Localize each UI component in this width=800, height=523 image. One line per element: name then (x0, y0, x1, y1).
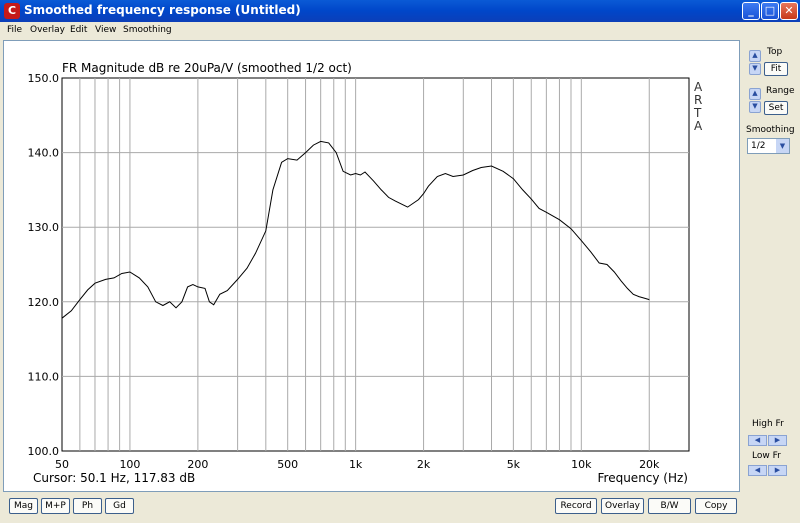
watermark-letter: R (694, 93, 702, 107)
range-down-spin-icon[interactable]: ▼ (749, 101, 761, 113)
x-tick-label: 100 (119, 458, 140, 471)
copy-button[interactable]: Copy (695, 498, 737, 514)
top-up-spin-icon[interactable]: ▲ (749, 50, 761, 62)
y-tick-label: 140.0 (28, 147, 60, 160)
watermark-letter: A (694, 119, 703, 133)
x-tick-label: 200 (187, 458, 208, 471)
chevron-down-icon[interactable]: ▼ (776, 139, 789, 153)
y-tick-label: 100.0 (28, 445, 60, 458)
plot-area[interactable]: 100.0 110.0 120.0 130.0 140.0 150.0 50 100 200 5… (3, 40, 740, 492)
menu-edit[interactable]: Edit (70, 25, 87, 35)
range-label: Range (766, 86, 795, 96)
fit-button[interactable]: Fit (764, 62, 788, 76)
mag-button[interactable]: Mag (9, 498, 38, 514)
phase-button[interactable]: Ph (73, 498, 102, 514)
x-tick-label: 50 (55, 458, 69, 471)
low-fr-label: Low Fr (752, 451, 781, 461)
close-button[interactable]: ✕ (780, 2, 798, 20)
top-down-spin-icon[interactable]: ▼ (749, 63, 761, 75)
x-tick-label: 10k (571, 458, 592, 471)
frequency-response-chart[interactable]: 100.0 110.0 120.0 130.0 140.0 150.0 50 100 200 5… (4, 41, 739, 491)
high-fr-right-icon[interactable]: ▶ (768, 435, 787, 446)
smoothing-label: Smoothing (746, 125, 795, 135)
menu-overlay[interactable]: Overlay (30, 25, 65, 35)
plot-frame (61, 77, 690, 452)
x-tick-label: 20k (639, 458, 660, 471)
cursor-readout: Cursor: 50.1 Hz, 117.83 dB (33, 471, 195, 485)
high-fr-left-icon[interactable]: ◀ (748, 435, 767, 446)
y-tick-label: 110.0 (28, 370, 60, 383)
smoothing-select[interactable]: 1/2 ▼ (747, 138, 790, 154)
record-button[interactable]: Record (555, 498, 597, 514)
y-tick-label: 120.0 (28, 296, 60, 309)
menu-bar: File Overlay Edit View Smoothing (0, 22, 800, 39)
y-tick-label: 130.0 (28, 221, 60, 234)
range-up-spin-icon[interactable]: ▲ (749, 88, 761, 100)
menu-file[interactable]: File (7, 25, 22, 35)
x-tick-label: 1k (349, 458, 363, 471)
bottom-toolbar: Mag M+P Ph Gd Record Overlay B/W Copy (0, 492, 800, 523)
watermark-letter: A (694, 80, 703, 94)
title-bar: C Smoothed frequency response (Untitled)… (0, 0, 800, 22)
menu-view[interactable]: View (95, 25, 116, 35)
maximize-button[interactable]: □ (761, 2, 779, 20)
top-label: Top (767, 47, 783, 57)
smoothing-value: 1/2 (751, 141, 766, 151)
low-fr-arrows: ◀ ▶ (748, 465, 787, 476)
high-fr-arrows: ◀ ▶ (748, 435, 787, 446)
arta-watermark: ARTA (693, 80, 703, 133)
x-axis-label: Frequency (Hz) (598, 471, 689, 485)
low-fr-left-icon[interactable]: ◀ (748, 465, 767, 476)
overlay-button[interactable]: Overlay (601, 498, 644, 514)
menu-smoothing[interactable]: Smoothing (123, 25, 172, 35)
side-panel: ▲ ▼ Top Fit ▲ ▼ Range Set Smoothing 1/2 … (740, 40, 800, 492)
x-tick-label: 2k (417, 458, 431, 471)
y-tick-label: 150.0 (28, 72, 60, 85)
group-delay-button[interactable]: Gd (105, 498, 134, 514)
high-fr-label: High Fr (752, 419, 784, 429)
app-icon: C (4, 3, 20, 19)
bw-button[interactable]: B/W (648, 498, 691, 514)
low-fr-right-icon[interactable]: ▶ (768, 465, 787, 476)
chart-title: FR Magnitude dB re 20uPa/V (smoothed 1/2… (62, 61, 352, 75)
mag-phase-button[interactable]: M+P (41, 498, 70, 514)
set-button[interactable]: Set (764, 101, 788, 115)
x-tick-label: 5k (507, 458, 521, 471)
watermark-letter: T (693, 106, 702, 120)
minimize-button[interactable]: _ (742, 2, 760, 20)
x-tick-label: 500 (277, 458, 298, 471)
window-title: Smoothed frequency response (Untitled) (24, 3, 301, 17)
